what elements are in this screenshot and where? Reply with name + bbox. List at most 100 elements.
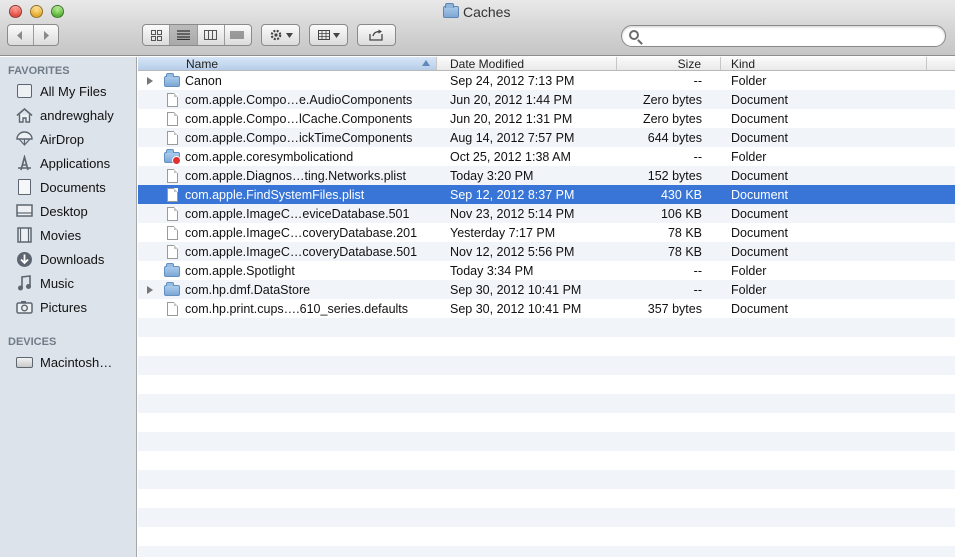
sidebar-section-favorites: FAVORITES: [8, 65, 70, 77]
sidebar-item-applications[interactable]: Applications: [0, 151, 136, 175]
document-icon: [164, 244, 180, 259]
column-header-label: Size: [677, 56, 701, 71]
sidebar-item-desktop[interactable]: Desktop: [0, 199, 136, 223]
hard-disk-icon: [15, 354, 33, 370]
back-button[interactable]: [8, 25, 34, 45]
sidebar-item-downloads[interactable]: Downloads: [0, 247, 136, 271]
action-menu-button[interactable]: [261, 24, 300, 46]
all-files-icon: [15, 83, 33, 99]
file-row[interactable]: com.apple.Compo…lCache.Components Jun 20,…: [138, 109, 955, 128]
document-icon: [164, 187, 180, 202]
search-input[interactable]: [644, 28, 934, 44]
sidebar-item-pictures[interactable]: Pictures: [0, 295, 136, 319]
file-name-label: com.apple.Compo…e.AudioComponents: [185, 92, 413, 107]
file-row[interactable]: com.hp.print.cups….610_series.defaults Se…: [138, 299, 955, 318]
file-name-label: com.apple.ImageC…eviceDatabase.501: [185, 206, 410, 221]
sidebar-item-all-my-files[interactable]: All My Files: [0, 79, 136, 103]
document-icon: [164, 168, 180, 183]
sidebar-item-label: Pictures: [40, 299, 87, 315]
share-button[interactable]: [357, 24, 396, 46]
file-row[interactable]: com.apple.ImageC…coveryDatabase.501 Nov 1…: [138, 242, 955, 261]
file-row[interactable]: com.apple.Compo…ickTimeComponents Aug 14,…: [138, 128, 955, 147]
file-row[interactable]: com.apple.Compo…e.AudioComponents Jun 20,…: [138, 90, 955, 109]
close-window-button[interactable]: [9, 5, 22, 18]
pictures-icon: [15, 299, 33, 315]
applications-icon: [15, 155, 33, 171]
empty-row: [138, 394, 955, 413]
kind-cell: Document: [731, 187, 788, 202]
size-cell: 644 bytes: [647, 130, 702, 145]
file-row[interactable]: com.apple.FindSystemFiles.plist Sep 12, 2…: [138, 185, 955, 204]
folder-icon: [164, 73, 180, 88]
date-modified-cell: Jun 20, 2012 1:44 PM: [450, 92, 573, 107]
search-field[interactable]: [621, 25, 946, 47]
sidebar-item-label: Documents: [40, 179, 106, 195]
window-controls: [9, 5, 64, 18]
sidebar-item-home[interactable]: andrewghaly: [0, 103, 136, 127]
document-icon: [164, 206, 180, 221]
kind-cell: Document: [731, 130, 788, 145]
column-view-button[interactable]: [198, 25, 225, 45]
sidebar-item-documents[interactable]: Documents: [0, 175, 136, 199]
kind-cell: Document: [731, 244, 788, 259]
size-cell: --: [693, 282, 702, 297]
date-modified-cell: Oct 25, 2012 1:38 AM: [450, 149, 571, 164]
file-name-label: com.apple.ImageC…coveryDatabase.201: [185, 225, 418, 240]
empty-row: [138, 318, 955, 337]
list-header: Name Date Modified Size Kind: [138, 57, 955, 71]
arrange-grid-icon: [317, 30, 330, 40]
icon-view-button[interactable]: [143, 25, 171, 45]
kind-cell: Document: [731, 168, 788, 183]
file-row[interactable]: com.apple.ImageC…coveryDatabase.201 Yeste…: [138, 223, 955, 242]
column-header-size[interactable]: Size: [617, 56, 721, 71]
file-row[interactable]: Canon Sep 24, 2012 7:13 PM -- Folder: [138, 71, 955, 90]
back-forward-control: [7, 24, 59, 46]
disclosure-triangle-icon[interactable]: [147, 285, 153, 294]
forward-button[interactable]: [34, 25, 59, 45]
size-cell: 106 KB: [660, 206, 702, 221]
sidebar-item-airdrop[interactable]: AirDrop: [0, 127, 136, 151]
sidebar-item-macintosh-hd[interactable]: Macintosh…: [0, 350, 136, 374]
file-name-label: com.apple.Spotlight: [185, 263, 295, 278]
file-name-label: com.apple.FindSystemFiles.plist: [185, 187, 365, 202]
cover-flow-button[interactable]: [225, 25, 251, 45]
column-header-date-modified[interactable]: Date Modified: [437, 57, 617, 71]
file-row[interactable]: com.apple.coresymbolicationd Oct 25, 2012…: [138, 147, 955, 166]
file-name-label: com.apple.Diagnos…ting.Networks.plist: [185, 168, 406, 183]
sidebar-item-label: Music: [40, 275, 74, 291]
size-cell: Zero bytes: [642, 92, 702, 107]
sidebar-item-label: Desktop: [40, 203, 88, 219]
column-header-label: Name: [186, 56, 219, 71]
list-view-button[interactable]: [170, 25, 198, 45]
chevron-left-icon: [17, 30, 23, 40]
sidebar-item-movies[interactable]: Movies: [0, 223, 136, 247]
sidebar-item-music[interactable]: Music: [0, 271, 136, 295]
date-modified-cell: Sep 12, 2012 8:37 PM: [450, 187, 575, 202]
file-row[interactable]: com.apple.ImageC…eviceDatabase.501 Nov 23…: [138, 204, 955, 223]
date-modified-cell: Yesterday 7:17 PM: [450, 225, 556, 240]
disclosure-triangle-icon[interactable]: [147, 76, 153, 85]
document-icon: [164, 111, 180, 126]
minimize-window-button[interactable]: [30, 5, 43, 18]
desktop-icon: [15, 203, 33, 219]
file-row[interactable]: com.apple.Diagnos…ting.Networks.plist Tod…: [138, 166, 955, 185]
file-name-label: Canon: [185, 73, 222, 88]
document-icon: [164, 301, 180, 316]
column-header-name[interactable]: Name: [138, 56, 437, 71]
size-cell: 78 KB: [667, 244, 702, 259]
column-header-kind[interactable]: Kind: [721, 57, 927, 71]
date-modified-cell: Sep 30, 2012 10:41 PM: [450, 282, 582, 297]
file-name-cell: com.apple.Compo…ickTimeComponents: [138, 130, 437, 145]
restricted-folder-icon: [164, 149, 181, 165]
file-name-cell: com.hp.dmf.DataStore: [138, 282, 437, 297]
file-row[interactable]: com.hp.dmf.DataStore Sep 30, 2012 10:41 P…: [138, 280, 955, 299]
window-title: Caches: [463, 4, 511, 20]
arrange-menu-button[interactable]: [309, 24, 348, 46]
home-icon: [15, 107, 33, 123]
document-icon: [164, 130, 180, 145]
zoom-window-button[interactable]: [51, 5, 64, 18]
sidebar-item-label: Applications: [40, 155, 111, 171]
view-mode-control: [142, 24, 252, 46]
file-row[interactable]: com.apple.Spotlight Today 3:34 PM -- Folder: [138, 261, 955, 280]
sidebar-item-label: Movies: [40, 227, 82, 243]
